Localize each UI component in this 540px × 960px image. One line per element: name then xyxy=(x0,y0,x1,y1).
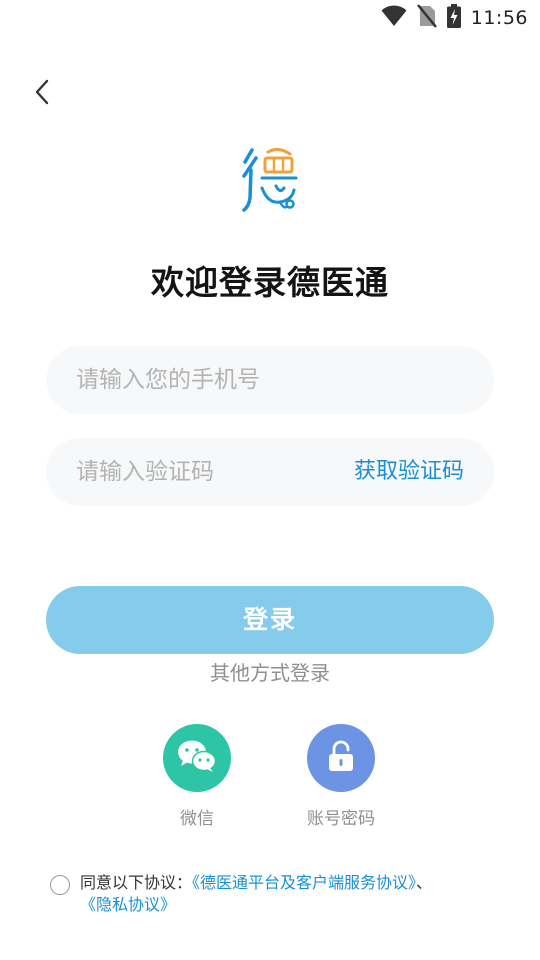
wechat-circle[interactable] xyxy=(163,724,231,792)
verification-code-field[interactable]: 获取验证码 xyxy=(46,438,494,506)
agreement-line-2: 《隐私协议》 xyxy=(80,894,176,916)
chevron-left-icon xyxy=(34,79,50,109)
service-agreement-link[interactable]: 《德医通平台及客户端服务协议》 xyxy=(192,873,416,892)
agreement-prefix: 同意以下协议： xyxy=(80,873,193,892)
account-password-login-button[interactable]: 账号密码 xyxy=(301,724,381,829)
privacy-agreement-link[interactable]: 《隐私协议》 xyxy=(80,895,176,914)
wechat-icon xyxy=(177,739,217,777)
wechat-label: 微信 xyxy=(180,809,214,829)
wechat-login-button[interactable]: 微信 xyxy=(157,724,237,829)
account-password-label: 账号密码 xyxy=(307,809,375,829)
deyitong-logo-icon xyxy=(242,147,298,212)
agreement-separator: 、 xyxy=(416,873,433,892)
other-login-methods-label: 其他方式登录 xyxy=(210,661,330,685)
wifi-icon xyxy=(381,5,407,31)
page-title: 欢迎登录德医通 xyxy=(151,263,389,302)
phone-field[interactable] xyxy=(46,346,494,414)
battery-charging-icon xyxy=(446,4,461,32)
agree-checkbox[interactable] xyxy=(50,875,70,895)
get-code-button[interactable]: 获取验证码 xyxy=(354,438,464,506)
no-sim-icon xyxy=(416,4,437,32)
back-button[interactable] xyxy=(24,76,60,112)
login-button[interactable]: 登录 xyxy=(46,586,494,654)
status-time: 11:56 xyxy=(470,7,528,29)
status-icons: 11:56 xyxy=(381,4,528,32)
agreement-line-1: 同意以下协议：《德医通平台及客户端服务协议》、 xyxy=(80,872,432,894)
app-logo xyxy=(238,144,302,216)
account-password-circle[interactable] xyxy=(307,724,375,792)
verification-code-input[interactable] xyxy=(76,438,326,506)
phone-input[interactable] xyxy=(76,346,466,414)
unlock-icon xyxy=(327,740,355,776)
status-bar: 11:56 xyxy=(0,0,540,36)
